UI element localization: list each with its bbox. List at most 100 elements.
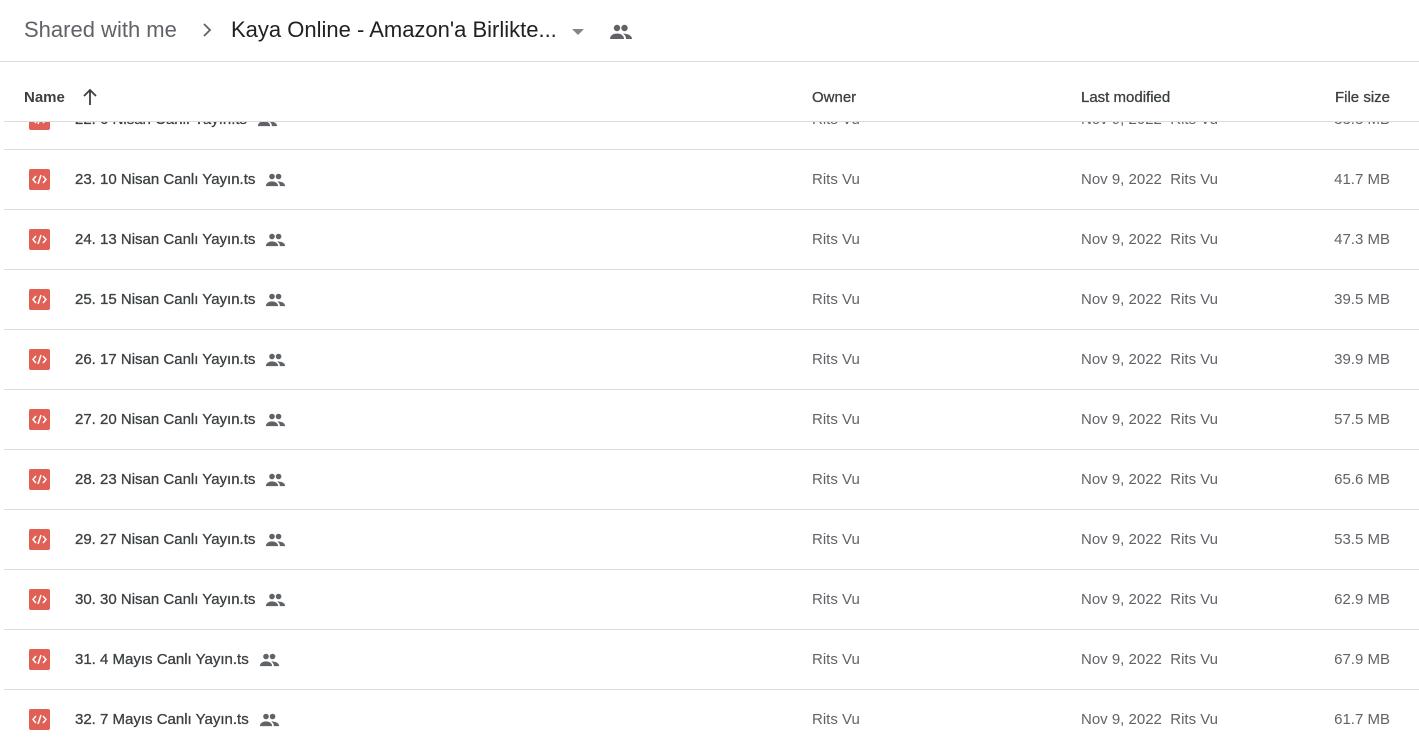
modified-date: Nov 9, 2022	[1081, 122, 1162, 128]
breadcrumb-current-folder[interactable]: Kaya Online - Amazon'a Birlikte...	[231, 17, 557, 43]
code-file-icon	[29, 289, 50, 310]
file-name-cell: 28. 23 Nisan Canlı Yayın.ts	[75, 471, 286, 488]
modified-date: Nov 9, 2022	[1081, 351, 1162, 368]
file-name[interactable]: 27. 20 Nisan Canlı Yayın.ts	[75, 411, 256, 428]
file-size: 39.5 MB	[1334, 291, 1390, 308]
code-file-icon	[29, 529, 50, 550]
file-row[interactable]: 31. 4 Mayıs Canlı Yayın.ts Rits Vu Nov 9…	[4, 630, 1419, 690]
shared-people-icon	[266, 533, 286, 546]
file-name[interactable]: 24. 13 Nisan Canlı Yayın.ts	[75, 231, 256, 248]
shared-people-icon	[266, 173, 286, 186]
file-size: 62.9 MB	[1334, 591, 1390, 608]
file-name[interactable]: 32. 7 Mayıs Canlı Yayın.ts	[75, 711, 249, 728]
modified-date: Nov 9, 2022	[1081, 411, 1162, 428]
file-row[interactable]: 27. 20 Nisan Canlı Yayın.ts Rits Vu Nov …	[4, 390, 1419, 450]
file-size: 61.7 MB	[1334, 711, 1390, 728]
file-size: 41.7 MB	[1334, 171, 1390, 188]
shared-people-icon	[266, 593, 286, 606]
last-modified: Nov 9, 2022 Rits Vu	[1081, 531, 1218, 548]
file-row[interactable]: 28. 23 Nisan Canlı Yayın.ts Rits Vu Nov …	[4, 450, 1419, 510]
modified-date: Nov 9, 2022	[1081, 291, 1162, 308]
column-last-modified[interactable]: Last modified	[1081, 89, 1171, 106]
owner: Rits Vu	[812, 591, 860, 608]
modified-date: Nov 9, 2022	[1081, 471, 1162, 488]
file-row[interactable]: 26. 17 Nisan Canlı Yayın.ts Rits Vu Nov …	[4, 330, 1419, 390]
file-name[interactable]: 29. 27 Nisan Canlı Yayın.ts	[75, 531, 256, 548]
modified-by: Rits Vu	[1170, 411, 1219, 428]
file-row[interactable]: 23. 10 Nisan Canlı Yayın.ts Rits Vu Nov …	[4, 150, 1419, 210]
shared-people-icon	[266, 353, 286, 366]
file-name-cell: 23. 10 Nisan Canlı Yayın.ts	[75, 171, 286, 188]
chevron-right-icon	[203, 23, 212, 37]
owner: Rits Vu	[812, 711, 860, 728]
code-file-icon	[29, 349, 50, 370]
owner: Rits Vu	[812, 471, 860, 488]
code-file-icon	[29, 589, 50, 610]
file-name[interactable]: 28. 23 Nisan Canlı Yayın.ts	[75, 471, 256, 488]
file-name-cell: 26. 17 Nisan Canlı Yayın.ts	[75, 351, 286, 368]
file-name-cell: 27. 20 Nisan Canlı Yayın.ts	[75, 411, 286, 428]
file-name-cell: 24. 13 Nisan Canlı Yayın.ts	[75, 231, 286, 248]
file-row[interactable]: 22. 6 Nisan Canlı Yayın.ts Rits Vu Nov 9…	[4, 122, 1419, 150]
shared-people-icon	[266, 293, 286, 306]
shared-people-icon	[266, 233, 286, 246]
column-name[interactable]: Name	[24, 89, 65, 106]
owner: Rits Vu	[812, 122, 860, 128]
file-size: 57.5 MB	[1334, 411, 1390, 428]
column-file-size[interactable]: File size	[1335, 89, 1390, 106]
shared-people-icon	[610, 24, 632, 39]
modified-by: Rits Vu	[1170, 471, 1219, 488]
column-header-row: Name Owner Last modified File size	[4, 62, 1419, 122]
owner: Rits Vu	[812, 411, 860, 428]
file-name[interactable]: 25. 15 Nisan Canlı Yayın.ts	[75, 291, 256, 308]
last-modified: Nov 9, 2022 Rits Vu	[1081, 651, 1218, 668]
file-row[interactable]: 24. 13 Nisan Canlı Yayın.ts Rits Vu Nov …	[4, 210, 1419, 270]
modified-date: Nov 9, 2022	[1081, 651, 1162, 668]
file-size: 33.3 MB	[1334, 122, 1390, 128]
sort-ascending-arrow-icon[interactable]	[82, 88, 98, 106]
shared-people-icon	[266, 413, 286, 426]
breadcrumb-shared-with-me[interactable]: Shared with me	[24, 17, 177, 43]
column-owner[interactable]: Owner	[812, 89, 856, 106]
file-name[interactable]: 26. 17 Nisan Canlı Yayın.ts	[75, 351, 256, 368]
last-modified: Nov 9, 2022 Rits Vu	[1081, 591, 1218, 608]
code-file-icon	[29, 122, 50, 130]
breadcrumb-bar: Shared with me Kaya Online - Amazon'a Bi…	[0, 0, 1419, 62]
file-row[interactable]: 29. 27 Nisan Canlı Yayın.ts Rits Vu Nov …	[4, 510, 1419, 570]
owner: Rits Vu	[812, 171, 860, 188]
file-name[interactable]: 22. 6 Nisan Canlı Yayın.ts	[75, 122, 247, 128]
file-row[interactable]: 32. 7 Mayıs Canlı Yayın.ts Rits Vu Nov 9…	[4, 690, 1419, 748]
modified-date: Nov 9, 2022	[1081, 231, 1162, 248]
last-modified: Nov 9, 2022 Rits Vu	[1081, 411, 1218, 428]
owner: Rits Vu	[812, 531, 860, 548]
modified-by: Rits Vu	[1170, 351, 1219, 368]
code-file-icon	[29, 709, 50, 730]
shared-people-icon	[259, 713, 279, 726]
code-file-icon	[29, 649, 50, 670]
file-name[interactable]: 23. 10 Nisan Canlı Yayın.ts	[75, 171, 256, 188]
owner: Rits Vu	[812, 231, 860, 248]
file-size: 65.6 MB	[1334, 471, 1390, 488]
code-file-icon	[29, 229, 50, 250]
file-name[interactable]: 31. 4 Mayıs Canlı Yayın.ts	[75, 651, 249, 668]
file-list[interactable]: 22. 6 Nisan Canlı Yayın.ts Rits Vu Nov 9…	[4, 122, 1419, 748]
shared-people-icon	[259, 653, 279, 666]
last-modified: Nov 9, 2022 Rits Vu	[1081, 231, 1218, 248]
modified-by: Rits Vu	[1170, 171, 1219, 188]
modified-by: Rits Vu	[1170, 651, 1219, 668]
file-name[interactable]: 30. 30 Nisan Canlı Yayın.ts	[75, 591, 256, 608]
owner: Rits Vu	[812, 351, 860, 368]
modified-by: Rits Vu	[1170, 122, 1218, 128]
code-file-icon	[29, 169, 50, 190]
file-row[interactable]: 25. 15 Nisan Canlı Yayın.ts Rits Vu Nov …	[4, 270, 1419, 330]
modified-date: Nov 9, 2022	[1081, 591, 1162, 608]
modified-date: Nov 9, 2022	[1081, 171, 1162, 188]
modified-by: Rits Vu	[1170, 531, 1219, 548]
caret-down-icon[interactable]	[572, 29, 584, 35]
last-modified: Nov 9, 2022 Rits Vu	[1081, 122, 1218, 128]
modified-by: Rits Vu	[1170, 291, 1219, 308]
file-row[interactable]: 30. 30 Nisan Canlı Yayın.ts Rits Vu Nov …	[4, 570, 1419, 630]
modified-by: Rits Vu	[1170, 711, 1219, 728]
file-name-cell: 25. 15 Nisan Canlı Yayın.ts	[75, 291, 286, 308]
code-file-icon	[29, 469, 50, 490]
